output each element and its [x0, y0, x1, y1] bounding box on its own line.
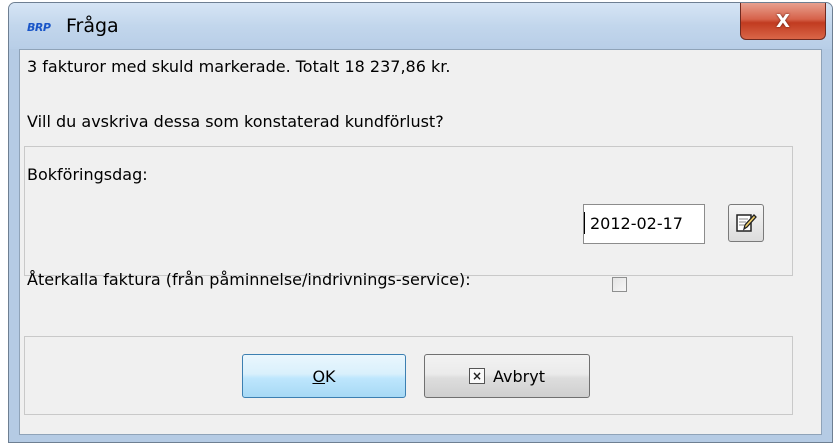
close-icon: X [776, 10, 790, 32]
recall-invoice-label: Återkalla faktura (från påminnelse/indri… [27, 270, 471, 289]
button-group [24, 336, 793, 415]
date-picker-button[interactable] [728, 204, 764, 242]
cancel-label: Avbryt [493, 366, 545, 386]
recall-invoice-checkbox[interactable] [612, 277, 627, 292]
posting-date-input[interactable]: 2012-02-17 [583, 204, 705, 244]
posting-date-value: 2012-02-17 [590, 214, 683, 233]
close-button[interactable]: X [740, 3, 826, 40]
summary-message: 3 fakturor med skuld markerade. Totalt 1… [27, 57, 451, 76]
cancel-button[interactable]: × Avbryt [424, 354, 590, 398]
text-caret [584, 212, 585, 234]
edit-calendar-icon [736, 214, 757, 232]
x-box-icon: × [469, 368, 486, 384]
app-logo-icon: BRP [27, 21, 51, 34]
posting-date-label: Bokföringsdag: [27, 165, 148, 184]
dialog-title: Fråga [66, 15, 119, 37]
ok-button[interactable]: OK [242, 354, 406, 398]
question-message: Vill du avskriva dessa som konstaterad k… [27, 112, 444, 131]
ok-label-rest: K [325, 366, 336, 386]
ok-mnemonic: O [312, 366, 326, 386]
title-bar[interactable]: BRP Fråga X [9, 3, 832, 49]
